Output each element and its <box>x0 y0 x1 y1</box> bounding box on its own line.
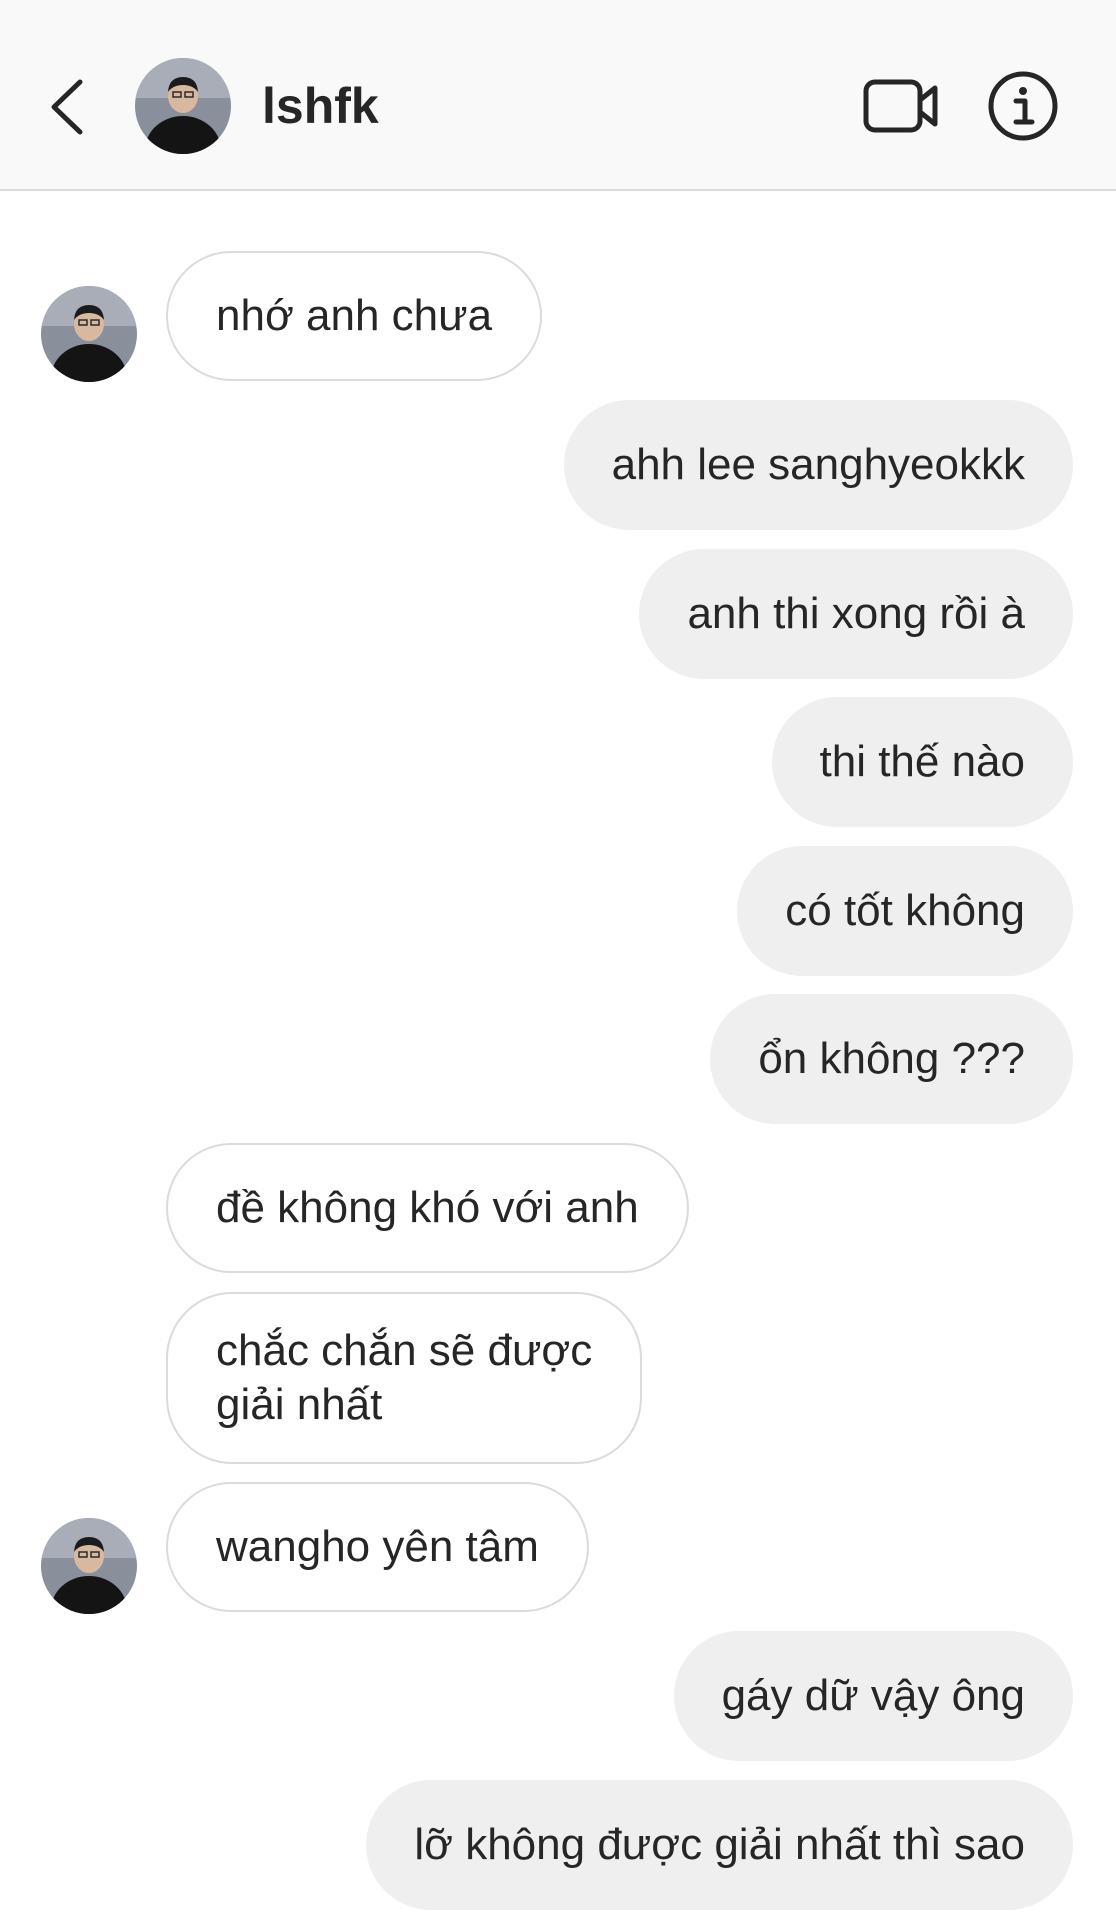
chat-header: lshfk <box>0 0 1116 191</box>
message-text-line: chắc chắn sẽ được <box>216 1326 593 1375</box>
message-bubble-received[interactable]: chắc chắn sẽ được giải nhất <box>166 1292 643 1464</box>
conversation-info-button[interactable] <box>985 68 1061 144</box>
video-call-button[interactable] <box>860 72 942 140</box>
back-button[interactable] <box>38 68 94 146</box>
sender-avatar[interactable] <box>41 1518 137 1614</box>
message-bubble-sent[interactable]: anh thi xong rồi à <box>639 549 1073 679</box>
message-bubble-received[interactable]: wangho yên tâm <box>166 1482 589 1612</box>
video-camera-icon <box>863 79 938 133</box>
message-bubble-sent[interactable]: ổn không ??? <box>710 994 1073 1124</box>
chevron-left-icon <box>51 79 83 135</box>
message-text: ổn không ??? <box>758 1034 1025 1083</box>
message-bubble-sent[interactable]: gáy dữ vậy ông <box>673 1631 1073 1761</box>
info-icon <box>988 71 1058 141</box>
message-bubble-sent[interactable]: ahh lee sanghyeokkk <box>563 400 1073 530</box>
message-bubble-sent[interactable]: lỡ không được giải nhất thì sao <box>366 1780 1073 1910</box>
message-bubble-sent[interactable]: có tốt không <box>737 846 1073 976</box>
message-text: thi thế nào <box>819 737 1026 786</box>
message-text: ahh lee sanghyeokkk <box>611 440 1025 489</box>
message-text: có tốt không <box>785 886 1025 935</box>
contact-avatar[interactable] <box>135 58 231 154</box>
message-text: wangho yên tâm <box>216 1522 539 1571</box>
message-text: anh thi xong rồi à <box>687 589 1025 638</box>
message-text: đề không khó với anh <box>216 1183 639 1232</box>
contact-username[interactable]: lshfk <box>262 78 379 134</box>
message-text-line: giải nhất <box>216 1380 383 1429</box>
sender-avatar[interactable] <box>41 286 137 382</box>
message-text: nhớ anh chưa <box>216 291 493 340</box>
message-text: lỡ không được giải nhất thì sao <box>414 1820 1025 1869</box>
message-bubble-received[interactable]: nhớ anh chưa <box>166 251 543 381</box>
message-bubble-sent[interactable]: thi thế nào <box>771 697 1073 827</box>
message-bubble-received[interactable]: đề không khó với anh <box>166 1143 689 1273</box>
message-text: gáy dữ vậy ông <box>721 1671 1025 1720</box>
